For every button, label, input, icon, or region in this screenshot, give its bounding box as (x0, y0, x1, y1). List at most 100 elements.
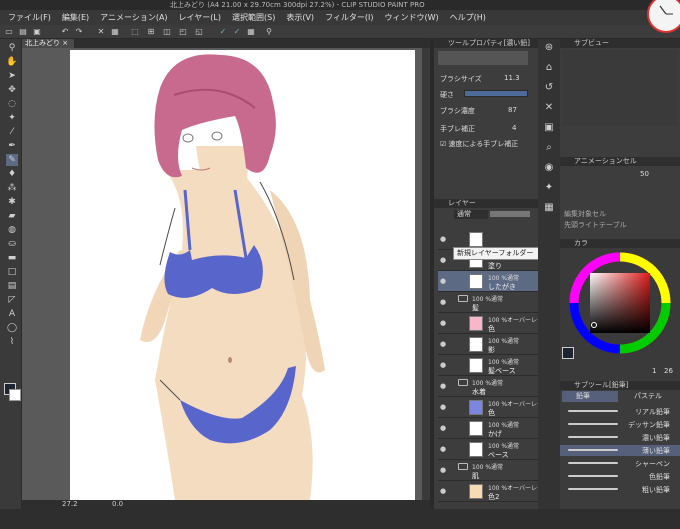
balloon-icon[interactable]: ◯ (6, 322, 18, 334)
search-icon[interactable]: ⚲ (264, 27, 274, 37)
open-icon[interactable]: ▤ (18, 27, 28, 37)
zoom-icon[interactable]: ⚲ (6, 42, 18, 54)
pen-icon[interactable]: ✒ (6, 140, 18, 152)
eyedropper-icon[interactable]: ⁄ (6, 126, 18, 138)
color-wheel[interactable] (568, 251, 672, 355)
visibility-icon[interactable]: ● (440, 424, 448, 432)
visibility-icon[interactable]: ● (440, 382, 448, 390)
blend-icon[interactable]: ◍ (6, 224, 18, 236)
visibility-icon[interactable]: ● (440, 235, 448, 243)
search-layer-icon[interactable]: ⌕ (542, 141, 556, 155)
layer-row[interactable]: ● 100 %オーバーレイ色 (438, 313, 543, 334)
layer-row[interactable]: ● 100 %オーバーレイ色 (438, 397, 543, 418)
subtool-item[interactable]: 濃い鉛筆 (560, 432, 680, 443)
layer-property-icon[interactable]: ▣ (542, 121, 556, 135)
pencil-icon[interactable]: ✎ (6, 154, 18, 166)
visibility-icon[interactable]: ● (440, 487, 448, 495)
zoom-value[interactable]: 27.2 (62, 500, 78, 509)
frame-icon[interactable]: ▤ (6, 280, 18, 292)
canvas-scrollbar[interactable] (422, 48, 430, 500)
visibility-icon[interactable]: ● (440, 466, 448, 474)
menu-item[interactable]: ヘルプ(H) (450, 12, 486, 23)
eraser-icon[interactable]: ▰ (6, 210, 18, 222)
snap-ruler-icon[interactable]: ✓ (218, 27, 228, 37)
layer-row[interactable]: ● 100 %通常 したがき (438, 271, 542, 292)
close-panel-icon[interactable]: ✕ (542, 101, 556, 115)
save-icon[interactable]: ▣ (32, 27, 42, 37)
menu-item[interactable]: 表示(V) (286, 12, 314, 23)
visibility-icon[interactable]: ● (440, 298, 448, 306)
menu-item[interactable]: ファイル(F) (8, 12, 51, 23)
layer-tab[interactable]: レイヤー (448, 199, 476, 207)
menu-item[interactable]: 編集(E) (62, 12, 89, 23)
operation-icon[interactable]: ➤ (6, 70, 18, 82)
pencil-tab[interactable]: 鉛筆 (562, 391, 618, 402)
figure-icon[interactable]: □ (6, 266, 18, 278)
subtool-item[interactable]: 粗い鉛筆 (560, 484, 680, 495)
pose-icon[interactable]: ✦ (542, 181, 556, 195)
visibility-icon[interactable]: ● (440, 445, 448, 453)
hardness-slider[interactable] (464, 90, 528, 97)
material-icon[interactable]: ⌂ (542, 61, 556, 75)
layer-row[interactable]: ● 100 %通常 かげ (438, 418, 542, 439)
visibility-icon[interactable]: ● (440, 340, 448, 348)
correct-line-icon[interactable]: ⌇ (6, 336, 18, 348)
subtool-item[interactable]: 色鉛筆 (560, 471, 680, 482)
airbrush-icon[interactable]: ⁂ (6, 182, 18, 194)
stabilization-value[interactable]: 4 (512, 124, 516, 132)
move-layer-icon[interactable]: ✥ (6, 84, 18, 96)
visibility-icon[interactable]: ● (440, 319, 448, 327)
fill-icon[interactable]: ▦ (110, 27, 120, 37)
layer-row[interactable]: ● 100 %通常 髪ベース (438, 355, 542, 376)
canvas-paper[interactable] (70, 50, 415, 500)
layer-row[interactable]: ● 100 %通常髪 (438, 292, 542, 313)
redo-icon[interactable]: ↷ (74, 27, 84, 37)
gradient-icon[interactable]: ▬ (6, 252, 18, 264)
snap-special-icon[interactable]: ✓ (232, 27, 242, 37)
new-file-icon[interactable]: ▭ (4, 27, 14, 37)
menu-item[interactable]: レイヤー(L) (179, 12, 221, 23)
document-tab[interactable]: 北上みどり × (22, 39, 74, 48)
undo-icon[interactable]: ↶ (60, 27, 70, 37)
speed-stab-label[interactable]: ☑ 速度による手ブレ補正 (440, 139, 518, 149)
angle-value[interactable]: 0.0 (112, 500, 123, 509)
visibility-icon[interactable]: ● (440, 277, 448, 285)
lasso-icon[interactable]: ◌ (6, 98, 18, 110)
visibility-icon[interactable]: ● (440, 361, 448, 369)
snap-grid-icon[interactable]: ▦ (246, 27, 256, 37)
magic-wand-icon[interactable]: ✦ (6, 112, 18, 124)
hand-icon[interactable]: ✋ (6, 56, 18, 68)
density-value[interactable]: 87 (508, 106, 517, 114)
layer-row[interactable]: ● 100 %通常 ベース (438, 439, 542, 460)
history-icon[interactable]: ↺ (542, 81, 556, 95)
navigator-icon[interactable]: ⊛ (542, 41, 556, 55)
main-color-chip[interactable] (562, 347, 574, 359)
text-icon[interactable]: A (6, 308, 18, 320)
pastel-tab[interactable]: パステル (620, 391, 676, 402)
subtool-item[interactable]: リアル鉛筆 (560, 406, 680, 417)
fill-bucket-icon[interactable]: ⛀ (6, 238, 18, 250)
frame-value[interactable]: 50 (640, 170, 649, 178)
visibility-icon[interactable]: ● (440, 403, 448, 411)
shrink-icon[interactable]: ◱ (194, 27, 204, 37)
menu-item[interactable]: 選択範囲(S) (232, 12, 275, 23)
menu-item[interactable]: ウィンドウ(W) (385, 12, 439, 23)
layer-row[interactable]: ● 100 %オーバーレイ 色2 (438, 481, 543, 502)
subview-area[interactable] (562, 49, 678, 125)
sub-color-swatch[interactable] (9, 389, 21, 401)
camera-icon[interactable]: ◉ (542, 161, 556, 175)
subtool-item[interactable]: 薄い鉛筆 (560, 445, 680, 456)
visibility-icon[interactable]: ● (440, 256, 448, 264)
menu-item[interactable]: フィルター(I) (325, 12, 373, 23)
brush-size-value[interactable]: 11.3 (504, 74, 520, 82)
subtool-item[interactable]: デッサン鉛筆 (560, 419, 680, 430)
item-bank-icon[interactable]: ▦ (542, 201, 556, 215)
layer-row[interactable]: ● 100 %通常影 (438, 334, 542, 355)
invert-icon[interactable]: ◫ (162, 27, 172, 37)
subtool-item[interactable]: シャーペン (560, 458, 680, 469)
crop-icon[interactable]: ⊞ (146, 27, 156, 37)
close-tab-icon[interactable]: × (62, 39, 68, 47)
opacity-slider[interactable] (490, 211, 530, 217)
decoration-icon[interactable]: ✱ (6, 196, 18, 208)
layer-row[interactable]: ● 100 %通常 水着 (438, 376, 542, 397)
